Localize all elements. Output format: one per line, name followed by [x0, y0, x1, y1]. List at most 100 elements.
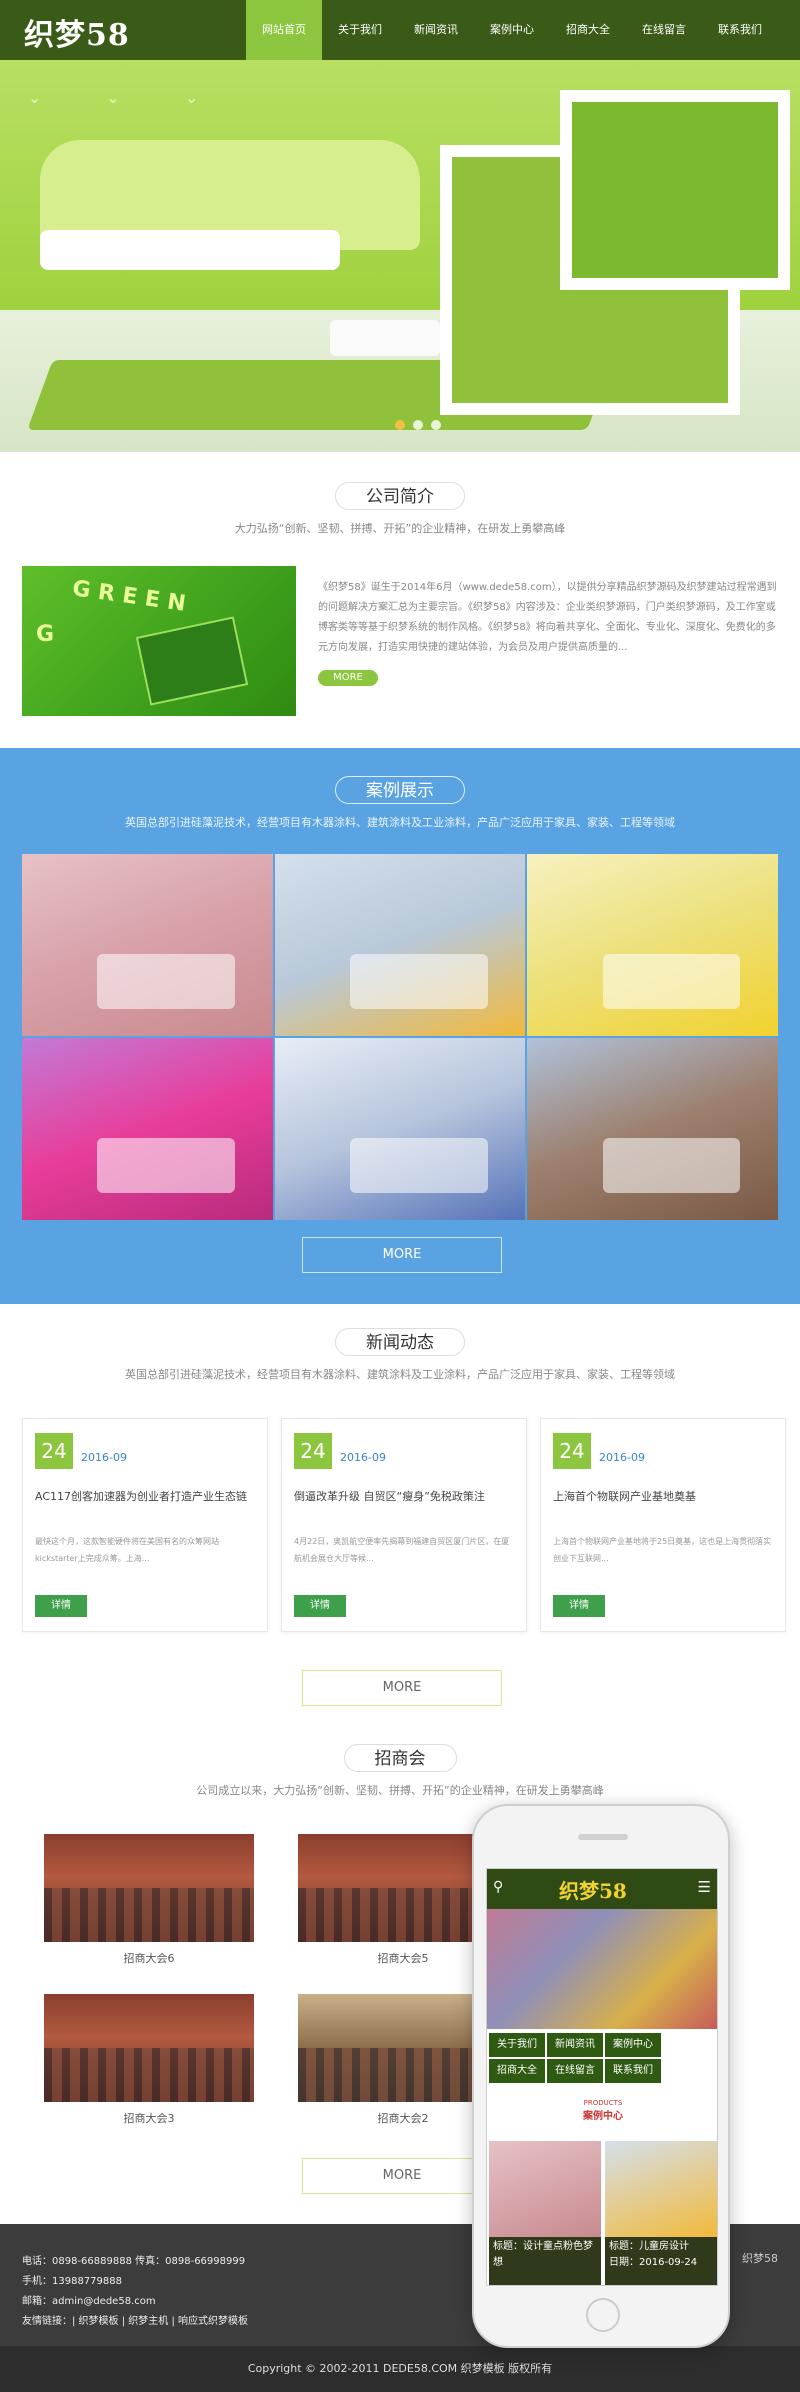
- phone-products-en: PRODUCTS: [583, 2099, 623, 2107]
- news-date: 2016-09: [599, 1451, 645, 1464]
- about-image-letters: G R E E N: [70, 576, 188, 617]
- phone-case-title: 标题：设计童点粉色梦想: [493, 2241, 593, 2268]
- phone-mockup: ⚲ 织梦58 ☰ 关于我们 新闻资讯 案例中心 招商大全 在线留言 联系我们 P…: [472, 1804, 730, 2348]
- phone-banner[interactable]: [487, 1909, 717, 2029]
- phone-header: ⚲ 织梦58 ☰: [487, 1869, 717, 1909]
- phone-case-item[interactable]: 标题：设计童点粉色梦想: [489, 2141, 601, 2285]
- phone-nav-item[interactable]: 招商大全: [489, 2059, 545, 2083]
- nav-zhaoshang[interactable]: 招商大全: [550, 0, 626, 60]
- phone-nav-item[interactable]: 新闻资讯: [547, 2033, 603, 2057]
- news-summary: 4月22日，奥凯航空便率先揭幕到福建自贸区厦门片区，在厦航机会展仓大厅等候...: [294, 1537, 510, 1563]
- news-detail-button[interactable]: 详情: [35, 1595, 87, 1617]
- phone-screen: ⚲ 织梦58 ☰ 关于我们 新闻资讯 案例中心 招商大全 在线留言 联系我们 P…: [486, 1868, 718, 2286]
- zhaoshang-image: [44, 1834, 254, 1942]
- nav-home[interactable]: 网站首页: [246, 0, 322, 60]
- nav-news[interactable]: 新闻资讯: [398, 0, 474, 60]
- phone-products-heading: PRODUCTS 案例中心: [487, 2099, 717, 2122]
- news-detail-button[interactable]: 详情: [553, 1595, 605, 1617]
- news-subtitle: 英国总部引进硅藻泥技术，经营项目有木器涂料、建筑涂料及工业涂料，产品广泛应用于家…: [125, 1368, 675, 1381]
- case-item[interactable]: [527, 854, 778, 1036]
- case-grid: [22, 854, 778, 1220]
- zhaoshang-caption: 招商大会3: [123, 2112, 175, 2125]
- banner-ottoman: [330, 320, 440, 356]
- banner-shelf-frame: [560, 90, 790, 290]
- case-bed: [97, 954, 236, 1009]
- news-title[interactable]: 倒逼改革升级 自贸区“瘦身”免税政策注: [294, 1489, 516, 1505]
- zhaoshang-title-wrap: 招商会: [0, 1744, 800, 1772]
- about-image: G R E E N G: [22, 566, 296, 716]
- phone-nav: 关于我们 新闻资讯 案例中心 招商大全 在线留言 联系我们: [487, 2033, 717, 2083]
- footer-email: 邮箱：admin@dede58.com: [22, 2296, 156, 2307]
- case-bed: [97, 1138, 236, 1193]
- zhaoshang-audience: [44, 2048, 254, 2102]
- about-title-wrap: 公司简介: [0, 482, 800, 510]
- site-header: 织梦58 网站首页 关于我们 新闻资讯 案例中心 招商大全 在线留言 联系我们: [0, 0, 800, 60]
- phone-case-list: 标题：设计童点粉色梦想 标题：儿童房设计 日期：2016-09-24: [487, 2141, 717, 2285]
- banner-seat: [40, 230, 340, 270]
- phone-products-cn: 案例中心: [583, 2111, 623, 2122]
- news-day: 24: [35, 1433, 73, 1469]
- phone-nav-item[interactable]: 关于我们: [489, 2033, 545, 2057]
- news-date: 2016-09: [81, 1451, 127, 1464]
- chevron-down-icon: ⌄ ⌄ ⌄: [28, 88, 229, 107]
- news-card[interactable]: 24 2016-09 倒逼改革升级 自贸区“瘦身”免税政策注 4月22日，奥凯航…: [281, 1418, 527, 1632]
- zhaoshang-audience: [44, 1888, 254, 1942]
- case-item[interactable]: [22, 854, 273, 1036]
- cases-subtitle: 英国总部引进硅藻泥技术，经营项目有木器涂料、建筑涂料及工业涂料，产品广泛应用于家…: [125, 816, 675, 829]
- cases-title-wrap: 案例展示: [0, 776, 800, 804]
- case-bed: [349, 954, 488, 1009]
- zhaoshang-caption: 招商大会6: [123, 1952, 175, 1965]
- phone-nav-item[interactable]: 案例中心: [605, 2033, 661, 2057]
- phone-logo[interactable]: 织梦58: [559, 1875, 627, 1904]
- site-logo[interactable]: 织梦58: [24, 10, 130, 54]
- footer-links[interactable]: 友情链接：| 织梦模板 | 织梦主机 | 响应式织梦模板: [22, 2312, 248, 2327]
- case-item[interactable]: [274, 854, 526, 1036]
- nav-about[interactable]: 关于我们: [322, 0, 398, 60]
- nav-contact[interactable]: 联系我们: [702, 0, 778, 60]
- copyright: Copyright © 2002-2011 DEDE58.COM 织梦模板 版权…: [0, 2346, 800, 2392]
- zhaoshang-item[interactable]: 招商大会6: [44, 1834, 254, 1966]
- news-card[interactable]: 24 2016-09 AC117创客加速器为创业者打造产业生态链 最快这个月，这…: [22, 1418, 268, 1632]
- slider-dot-1[interactable]: [395, 420, 405, 430]
- zhaoshang-item[interactable]: 招商大会3: [44, 1994, 254, 2126]
- footer-phone: 电话：0898-66889888 传真：0898-66998999: [22, 2256, 246, 2267]
- news-title[interactable]: 上海首个物联网产业基地奠基: [553, 1489, 775, 1505]
- cases-section: 案例展示 英国总部引进硅藻泥技术，经营项目有木器涂料、建筑涂料及工业涂料，产品广…: [0, 748, 800, 1304]
- about-image-card: [135, 616, 249, 706]
- phone-case-date: 日期：2016-09-24: [609, 2257, 698, 2268]
- news-summary: 上海首个物联网产业基地将于25日奠基，这也是上海贯彻落实创业下互联网...: [553, 1537, 772, 1563]
- phone-case-title: 标题：儿童房设计: [609, 2241, 689, 2252]
- footer-mobile: 手机：13988779888: [22, 2276, 122, 2287]
- news-title[interactable]: AC117创客加速器为创业者打造产业生态链: [35, 1489, 257, 1505]
- phone-nav-item[interactable]: 联系我们: [605, 2059, 661, 2083]
- case-item[interactable]: [527, 1038, 778, 1220]
- news-day: 24: [553, 1433, 591, 1469]
- case-item[interactable]: [274, 1038, 526, 1220]
- case-bed: [602, 1138, 741, 1193]
- news-date: 2016-09: [340, 1451, 386, 1464]
- news-day: 24: [294, 1433, 332, 1469]
- cases-more-button[interactable]: MORE: [302, 1237, 502, 1273]
- case-item[interactable]: [22, 1038, 273, 1220]
- news-summary: 最快这个月，这款智能硬件将在美国有名的众筹网站kickstarter上完成众筹。…: [35, 1537, 219, 1563]
- phone-case-image: [605, 2141, 717, 2237]
- nav-message[interactable]: 在线留言: [626, 0, 702, 60]
- phone-case-info: 标题：儿童房设计 日期：2016-09-24: [605, 2237, 717, 2285]
- menu-icon[interactable]: ☰: [698, 1878, 711, 1896]
- slider-dot-2[interactable]: [413, 420, 423, 430]
- nav-cases[interactable]: 案例中心: [474, 0, 550, 60]
- hero-banner[interactable]: ⌄ ⌄ ⌄: [0, 60, 800, 452]
- slider-dot-3[interactable]: [431, 420, 441, 430]
- zhaoshang-image: [44, 1994, 254, 2102]
- about-text: 《织梦58》诞生于2014年6月（www.dede58.com），以提供分享精品…: [318, 582, 777, 653]
- search-icon[interactable]: ⚲: [493, 1879, 503, 1895]
- phone-nav-item[interactable]: 在线留言: [547, 2059, 603, 2083]
- news-detail-button[interactable]: 详情: [294, 1595, 346, 1617]
- about-more-button[interactable]: MORE: [318, 670, 378, 686]
- phone-case-item[interactable]: 标题：儿童房设计 日期：2016-09-24: [605, 2141, 717, 2285]
- phone-case-info: 标题：设计童点粉色梦想: [489, 2237, 601, 2285]
- zhaoshang-title: 招商会: [343, 1744, 457, 1772]
- news-card[interactable]: 24 2016-09 上海首个物联网产业基地奠基 上海首个物联网产业基地将于25…: [540, 1418, 786, 1632]
- phone-case-image: [489, 2141, 601, 2237]
- news-more-button[interactable]: MORE: [302, 1670, 502, 1706]
